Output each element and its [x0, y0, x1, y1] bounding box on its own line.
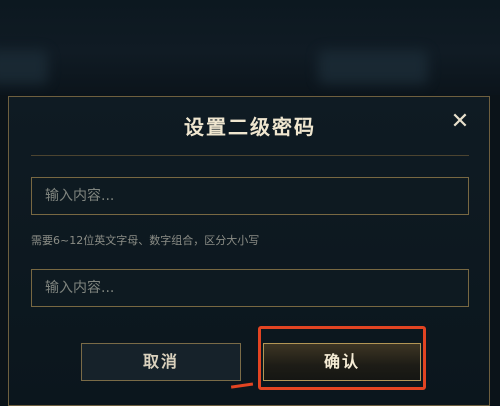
confirm-password-input[interactable] [32, 270, 468, 306]
confirm-highlight-box [258, 326, 426, 390]
title-divider [31, 155, 469, 156]
close-icon[interactable]: ✕ [449, 111, 471, 133]
cancel-button[interactable]: 取消 [81, 343, 241, 381]
pointer-arrow [230, 382, 256, 403]
password-input[interactable] [32, 178, 468, 214]
dialog-title: 设置二级密码 [184, 115, 316, 139]
confirm-password-field[interactable] [31, 269, 469, 307]
blurred-background-tab [318, 50, 428, 84]
password-field[interactable] [31, 177, 469, 215]
password-hint: 需要6~12位英文字母、数字组合，区分大小写 [31, 234, 260, 247]
blurred-background-tab [0, 50, 48, 84]
